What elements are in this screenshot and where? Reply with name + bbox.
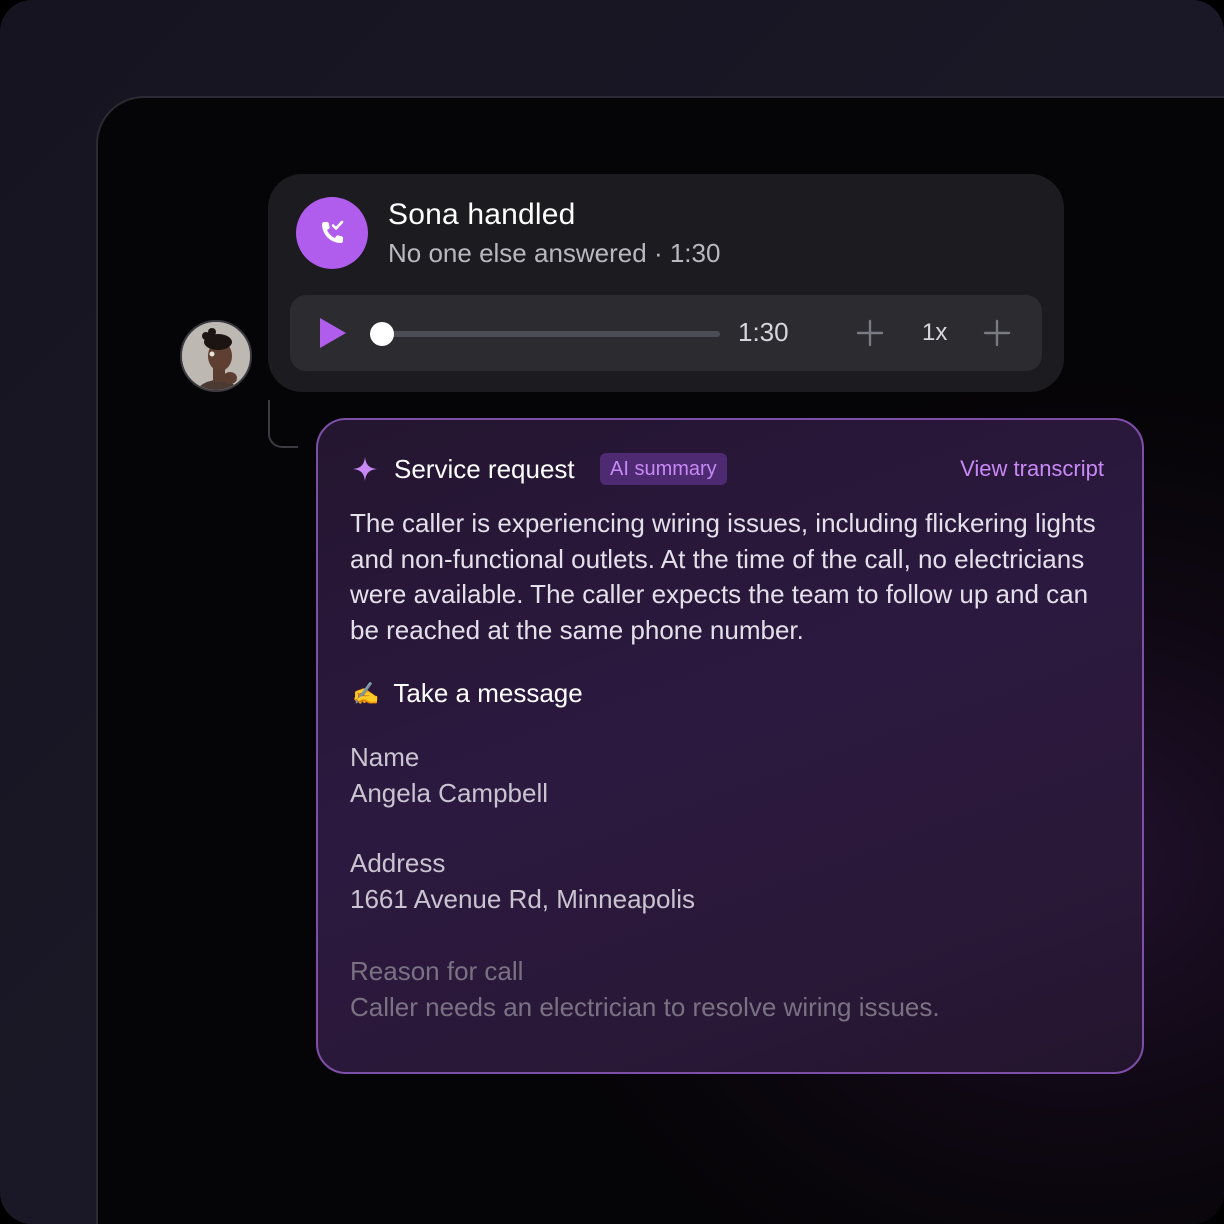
avatar[interactable] [180,320,252,392]
summary-text: The caller is experiencing wiring issues… [350,508,1096,645]
progress-track[interactable] [382,331,720,337]
rewind-button[interactable] [854,317,886,349]
forward-button[interactable] [981,317,1013,349]
plus-icon [856,319,884,347]
duration-label: 1:30 [738,317,789,347]
reason-value: Caller needs an electrician to resolve w… [350,992,940,1022]
writing-hand-icon: ✍️ [352,680,380,706]
address-value: 1661 Avenue Rd, Minneapolis [350,884,695,914]
call-card[interactable]: Sona handled No one else answered · 1:30… [268,174,1064,392]
name-label: Name [350,742,420,772]
address-label: Address [350,848,446,878]
progress-handle[interactable] [370,322,394,346]
summary-card: Service request AI summary View transcri… [316,418,1144,1074]
audio-player: 1:30 1x [290,295,1042,371]
playback-speed-button[interactable]: 1x [922,319,947,347]
phone-check-icon [296,197,368,269]
take-message-header: ✍️ Take a message [352,678,583,709]
call-title: Sona handled [388,198,576,231]
app-frame: Sona handled No one else answered · 1:30… [0,0,1224,1224]
reason-label: Reason for call [350,956,524,986]
name-value: Angela Campbell [350,778,549,808]
play-icon [320,318,346,348]
thread-connector [268,400,298,448]
view-transcript-link[interactable]: View transcript [960,456,1104,482]
ai-summary-badge: AI summary [600,453,727,485]
take-message-title: Take a message [393,678,583,708]
sparkle-icon [353,457,377,481]
play-button[interactable] [314,315,350,351]
call-subtitle: No one else answered · 1:30 [388,238,721,268]
plus-icon [983,319,1011,347]
service-request-title: Service request [394,454,575,484]
